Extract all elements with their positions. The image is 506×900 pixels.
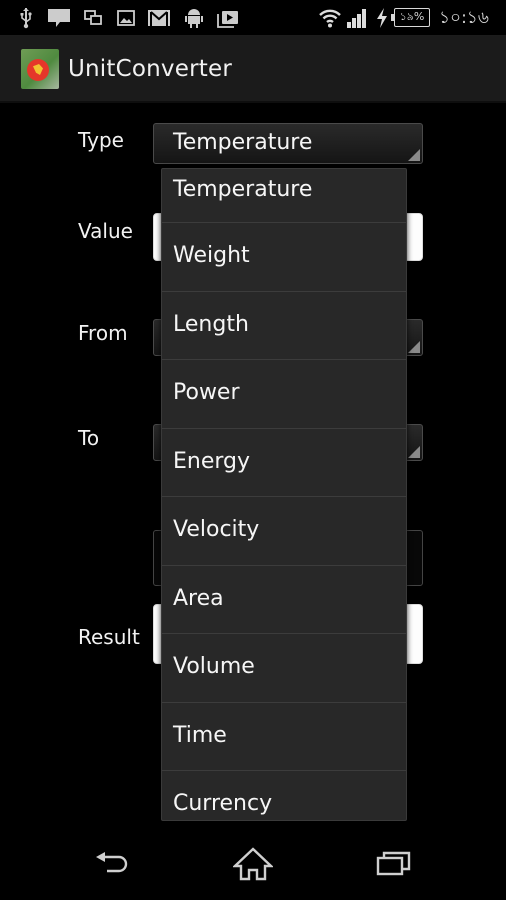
recent-apps-icon: [376, 850, 412, 882]
dropdown-item-label: Volume: [173, 654, 255, 679]
result-label: Result: [78, 625, 140, 649]
dropdown-item-label: Length: [173, 311, 249, 337]
dropdown-item-currency[interactable]: Currency: [162, 771, 406, 820]
type-spinner-value: Temperature: [173, 130, 313, 155]
gmail-icon: [148, 7, 170, 29]
dropdown-item-power[interactable]: Power: [162, 360, 406, 429]
dropdown-item-label: Currency: [173, 791, 273, 816]
windows-icon: [84, 7, 102, 29]
charging-icon: [375, 7, 389, 29]
dropdown-item-velocity[interactable]: Velocity: [162, 497, 406, 566]
dropdown-item-label: Power: [173, 380, 240, 405]
dropdown-item-label: Time: [173, 722, 227, 748]
status-bar: ১৯% ১০:১৬: [0, 0, 506, 36]
clock: ১০:১৬: [439, 8, 489, 28]
type-label: Type: [78, 128, 124, 152]
home-icon: [231, 847, 275, 885]
usb-icon: [18, 7, 34, 29]
dropdown-item-length[interactable]: Length: [162, 292, 406, 360]
battery-indicator: ১৯%: [391, 8, 430, 27]
to-label: To: [78, 426, 100, 450]
dropdown-item-area[interactable]: Area: [162, 566, 406, 634]
home-button[interactable]: [231, 846, 275, 886]
from-label: From: [78, 321, 128, 345]
dropdown-item-volume[interactable]: Volume: [162, 634, 406, 703]
action-bar: UnitConverter: [0, 36, 506, 103]
type-spinner[interactable]: Temperature: [153, 123, 423, 164]
android-icon: [185, 7, 203, 29]
navigation-bar: [0, 830, 506, 900]
dropdown-item-label: Energy: [173, 448, 251, 474]
app-logo-icon[interactable]: [21, 49, 59, 89]
message-icon: [48, 7, 70, 29]
back-button[interactable]: [91, 846, 135, 886]
dropdown-item-energy[interactable]: Energy: [162, 429, 406, 497]
recent-apps-button[interactable]: [372, 846, 416, 886]
wifi-icon: [318, 7, 342, 29]
app-title: UnitConverter: [68, 56, 232, 82]
dropdown-item-weight[interactable]: Weight: [162, 223, 406, 292]
gallery-icon: [117, 7, 135, 29]
dropdown-item-label: Area: [173, 585, 224, 611]
back-icon: [95, 849, 131, 883]
dropdown-item-label: Weight: [173, 243, 250, 268]
dropdown-item-label: Velocity: [173, 517, 260, 542]
dropdown-item-time[interactable]: Time: [162, 703, 406, 771]
dropdown-item-temperature[interactable]: Temperature: [162, 169, 406, 223]
value-label: Value: [78, 219, 133, 243]
type-dropdown-list[interactable]: Temperature Weight Length Power Energy V…: [161, 168, 407, 821]
dropdown-item-label: Temperature: [173, 177, 313, 202]
signal-icon: [347, 7, 369, 29]
play-store-icon: [217, 7, 239, 29]
